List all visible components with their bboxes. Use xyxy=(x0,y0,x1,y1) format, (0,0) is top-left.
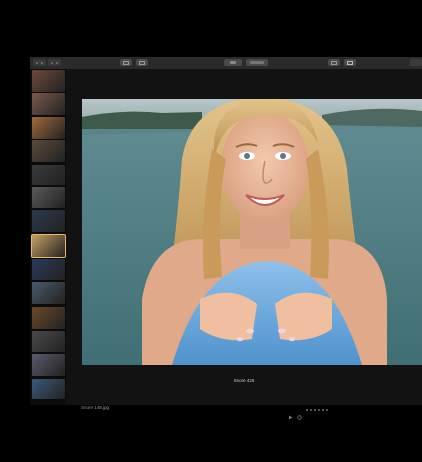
photo-caption: Snore 426 xyxy=(233,378,255,383)
grid-view-button[interactable] xyxy=(48,59,61,66)
page-dot[interactable] xyxy=(310,408,312,411)
thumbnail-13[interactable] xyxy=(32,354,65,376)
thumbnail-7[interactable] xyxy=(32,210,65,232)
thumbnail-8[interactable] xyxy=(31,234,66,258)
page-dot[interactable] xyxy=(314,408,316,411)
thumbnail-3[interactable] xyxy=(32,117,65,139)
info-icon xyxy=(331,60,337,65)
rotate-icon xyxy=(250,61,264,64)
main-photo[interactable] xyxy=(82,99,422,365)
thumbnail-2[interactable] xyxy=(32,93,65,115)
file-name: Snore 148.jpg xyxy=(81,405,110,410)
share-icon xyxy=(347,60,353,65)
thumbnail-4[interactable] xyxy=(32,140,65,162)
thumbnail-11[interactable] xyxy=(32,307,65,329)
thumbnail-5[interactable] xyxy=(32,165,65,185)
rotate-button[interactable] xyxy=(246,59,268,66)
sidebar-toggle-button[interactable] xyxy=(33,59,46,66)
page-dot[interactable] xyxy=(306,408,308,411)
play-icon[interactable] xyxy=(288,407,293,420)
edit-icon xyxy=(139,60,145,65)
thumbnail-10[interactable] xyxy=(32,282,65,304)
loop-icon[interactable] xyxy=(297,407,302,420)
photo-viewer-window: Snore 426 Snore 148.jpg xyxy=(30,57,422,420)
view-toggle-icon xyxy=(123,60,129,65)
thumbnail-sidebar xyxy=(30,69,66,405)
page-dot[interactable] xyxy=(318,408,320,411)
more-button[interactable] xyxy=(410,59,422,66)
thumbnail-14[interactable] xyxy=(32,379,65,399)
portrait-photo xyxy=(82,99,422,365)
zoom-button[interactable] xyxy=(224,59,242,66)
view-toggle-button[interactable] xyxy=(120,59,132,66)
thumbnail-12[interactable] xyxy=(32,331,65,352)
page-dot[interactable] xyxy=(326,408,328,411)
thumbnail-1[interactable] xyxy=(32,70,65,92)
thumbnail-6[interactable] xyxy=(32,187,65,208)
page-dot[interactable] xyxy=(322,408,324,411)
info-button[interactable] xyxy=(328,59,340,66)
thumbnail-9[interactable] xyxy=(32,259,65,280)
photo-viewer: Snore 426 Snore 148.jpg xyxy=(66,69,422,420)
zoom-icon xyxy=(230,61,236,64)
edit-button[interactable] xyxy=(136,59,148,66)
share-button[interactable] xyxy=(344,59,356,66)
